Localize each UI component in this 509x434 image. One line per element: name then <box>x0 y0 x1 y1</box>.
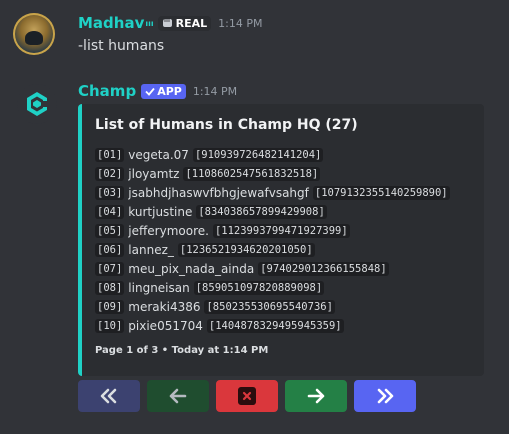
previous-page-button[interactable] <box>147 380 209 412</box>
last-page-button[interactable] <box>354 380 416 412</box>
app-badge: APP <box>141 83 186 99</box>
list-item: [08] lingneisan [859051097820889098] <box>95 278 450 297</box>
item-username: pixie051704 <box>128 318 203 333</box>
item-index: [06] <box>95 242 125 257</box>
item-username: vegeta.07 <box>128 147 189 162</box>
username-superscript: ııı <box>145 18 154 28</box>
timestamp[interactable]: 1:14 PM <box>193 85 237 98</box>
item-id: [1404878329495945359] <box>206 318 344 333</box>
user-avatar[interactable] <box>13 13 55 55</box>
embed: List of Humans in Champ HQ (27) [01] veg… <box>78 104 484 376</box>
item-id: [1079132355140259890] <box>312 185 450 200</box>
item-index: [10] <box>95 318 125 333</box>
list-item: [07] meu_pix_nada_ainda [974029012366155… <box>95 259 450 278</box>
embed-footer: Page 1 of 3 • Today at 1:14 PM <box>95 345 269 356</box>
double-chevron-left-icon <box>100 388 117 404</box>
item-index: [04] <box>95 204 125 219</box>
list-item: [10] pixie051704 [1404878329495945359] <box>95 316 450 335</box>
next-page-button[interactable] <box>285 380 347 412</box>
message-content: -list humans <box>78 38 165 54</box>
item-id: [834038657899429908] <box>196 204 327 219</box>
item-username: jloyamtz <box>128 166 180 181</box>
item-id: [910939726482141204] <box>192 147 324 162</box>
username[interactable]: Madhav <box>78 14 144 32</box>
item-index: [07] <box>95 261 125 276</box>
double-chevron-right-icon <box>377 388 394 404</box>
item-username: meraki4386 <box>128 299 201 314</box>
close-icon <box>238 387 256 405</box>
list-item: [05] jefferymoore. [1123993799471927399] <box>95 221 450 240</box>
item-id: [850235530695540736] <box>204 299 335 314</box>
item-username: lingneisan <box>128 280 190 295</box>
item-index: [09] <box>95 299 125 314</box>
embed-list: [01] vegeta.07 [910939726482141204] [02]… <box>95 145 450 335</box>
item-id: [974029012366155848] <box>258 261 389 276</box>
item-index: [05] <box>95 223 125 238</box>
list-item: [04] kurtjustine [834038657899429908] <box>95 202 450 221</box>
item-id: [1108602547561832518] <box>183 166 321 181</box>
item-username: jefferymoore. <box>128 223 209 238</box>
app-badge-label: APP <box>157 84 182 98</box>
list-item: [01] vegeta.07 [910939726482141204] <box>95 145 450 164</box>
item-username: meu_pix_nada_ainda <box>128 261 255 276</box>
checkmark-icon <box>145 87 155 96</box>
first-page-button[interactable] <box>78 380 140 412</box>
timestamp[interactable]: 1:14 PM <box>218 17 262 30</box>
item-username: kurtjustine <box>128 204 193 219</box>
close-button[interactable] <box>216 380 278 412</box>
arrow-right-icon <box>307 388 325 404</box>
item-username: jsabhdjhaswvfbhgjewafvsahgf <box>128 185 309 200</box>
item-id: [859051097820889098] <box>193 280 325 295</box>
champ-logo-icon <box>27 92 47 116</box>
real-badge-label: REAL <box>175 16 208 30</box>
item-index: [08] <box>95 280 125 295</box>
item-id: [1236521934620201050] <box>177 242 315 257</box>
list-item: [03] jsabhdjhaswvfbhgjewafvsahgf [107913… <box>95 183 450 202</box>
message-header: Madhav ııı REAL 1:14 PM <box>78 14 262 32</box>
item-index: [03] <box>95 185 125 200</box>
item-id: [1123993799471927399] <box>212 223 350 238</box>
list-item: [02] jloyamtz [1108602547561832518] <box>95 164 450 183</box>
item-username: lannez_ <box>128 242 174 257</box>
item-index: [01] <box>95 147 125 162</box>
arrow-left-icon <box>169 388 187 404</box>
fist-icon <box>162 19 172 27</box>
list-item: [06] lannez_ [1236521934620201050] <box>95 240 450 259</box>
username[interactable]: Champ <box>78 82 136 100</box>
pagination-buttons <box>78 380 416 412</box>
message-header: Champ APP 1:14 PM <box>78 82 237 100</box>
list-item: [09] meraki4386 [850235530695540736] <box>95 297 450 316</box>
bot-avatar[interactable] <box>17 84 57 124</box>
item-index: [02] <box>95 166 125 181</box>
real-badge: REAL <box>157 15 212 31</box>
embed-title: List of Humans in Champ HQ (27) <box>95 117 358 133</box>
